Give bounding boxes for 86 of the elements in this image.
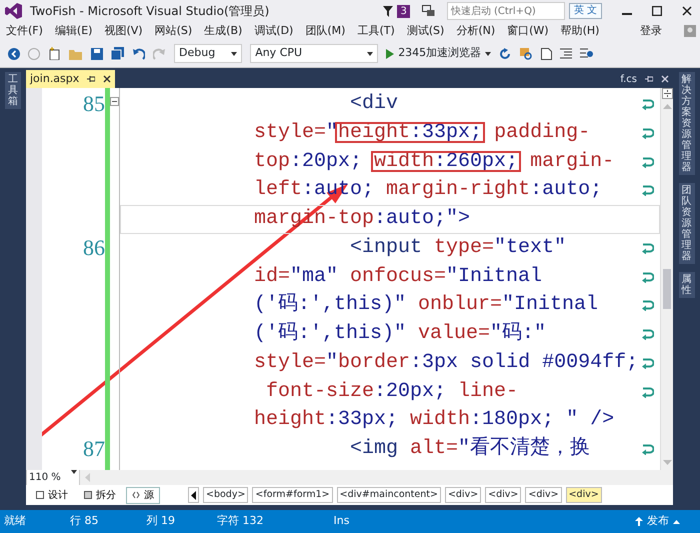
- menu-item[interactable]: 编辑(E): [48, 22, 98, 40]
- find-icon[interactable]: [519, 47, 534, 60]
- menu-item[interactable]: 调试(D): [248, 22, 300, 40]
- panel-tab[interactable]: 解决方案资源管理器: [678, 72, 694, 175]
- menu-item[interactable]: 帮助(H): [554, 22, 606, 40]
- caret-icon: [673, 520, 680, 524]
- code-line: style="height:33px; padding-: [254, 120, 590, 144]
- breadcrumb-item[interactable]: <div>: [485, 487, 522, 503]
- code-line: <input type="text": [349, 236, 566, 259]
- breadcrumb-item[interactable]: <form#form1>: [252, 487, 333, 503]
- visual-studio-logo-icon: [4, 3, 22, 19]
- refresh-icon[interactable]: [499, 48, 512, 60]
- breadcrumb-item[interactable]: <div>: [566, 487, 602, 503]
- source-code-icon: [132, 491, 140, 499]
- view-tab[interactable]: 设计: [30, 486, 74, 504]
- save-all-icon[interactable]: [111, 47, 124, 60]
- comment-icon[interactable]: [580, 48, 594, 60]
- run-button[interactable]: 2345加速浏览器: [386, 45, 492, 62]
- split-icon: [84, 491, 92, 499]
- left-triangle-icon: [191, 490, 196, 500]
- code-line: ('码:',this)" value="码:": [254, 322, 546, 345]
- column-indicator: 列 19: [146, 513, 175, 530]
- line-indicator: 行 85: [70, 513, 98, 530]
- panel-tab[interactable]: 团队资源管理器: [678, 183, 694, 264]
- feedback-icon[interactable]: [422, 5, 435, 17]
- design-icon: [36, 491, 44, 499]
- caret-icon: [367, 52, 374, 56]
- line-number: 85: [83, 91, 105, 116]
- maximize-icon[interactable]: [652, 6, 662, 16]
- menu-item[interactable]: 生成(B): [198, 22, 248, 40]
- sign-in-link[interactable]: 登录: [634, 22, 668, 40]
- code-line: top:20px; width:260px; margin-: [254, 150, 614, 172]
- line-number: 87: [83, 436, 105, 461]
- undo-icon[interactable]: [132, 48, 145, 60]
- breadcrumb-item[interactable]: <div>: [525, 487, 562, 503]
- code-line: id="ma" onfocus="Initnal: [254, 264, 542, 288]
- filter-icon[interactable]: [383, 6, 394, 16]
- caret-icon: [231, 52, 238, 56]
- document-icon[interactable]: [541, 48, 552, 60]
- document-tab[interactable]: join.aspx: [26, 70, 116, 88]
- quick-launch-field[interactable]: 快速启动 (Ctrl+Q): [446, 2, 565, 20]
- ime-indicator: 英 文: [568, 3, 602, 19]
- outdent-icon[interactable]: [560, 48, 572, 60]
- menu-item[interactable]: 工具(T): [351, 22, 401, 40]
- play-icon: [386, 48, 394, 58]
- breadcrumb-item[interactable]: <div#maincontent>: [336, 487, 441, 503]
- code-line: style="border:3px solid #0094ff;: [254, 350, 638, 374]
- pin-icon[interactable]: [87, 75, 96, 83]
- code-line: <div: [349, 92, 398, 115]
- platform-dropdown[interactable]: Any CPU: [250, 44, 378, 63]
- new-project-icon[interactable]: [48, 47, 61, 60]
- publish-button[interactable]: 发布: [635, 513, 680, 530]
- code-line: ('码:',this)" onblur="Initnal: [254, 293, 598, 316]
- code-line: font-size:20px; line-: [265, 380, 518, 402]
- split-handle-icon[interactable]: [662, 88, 672, 99]
- scroll-thumb[interactable]: [663, 269, 671, 309]
- caret-icon: [485, 52, 492, 56]
- menu-item[interactable]: 窗口(W): [501, 22, 555, 40]
- configuration-dropdown[interactable]: Debug: [174, 44, 242, 63]
- back-icon[interactable]: [8, 48, 20, 60]
- panel-tab[interactable]: 工具箱: [5, 72, 21, 109]
- save-icon[interactable]: [91, 48, 103, 60]
- notification-count[interactable]: 3: [397, 4, 410, 18]
- menu-item[interactable]: 团队(M): [299, 22, 352, 40]
- up-arrow-icon: [635, 517, 643, 526]
- breadcrumb-item[interactable]: <body>: [203, 487, 248, 503]
- collapse-icon[interactable]: [110, 97, 119, 106]
- close-icon[interactable]: [682, 6, 692, 16]
- menu-item[interactable]: 网站(S): [148, 22, 198, 40]
- code-line: height:33px; width:180px; " />: [254, 408, 614, 432]
- close-icon[interactable]: [103, 75, 112, 83]
- line-number: 86: [83, 234, 105, 260]
- scroll-left-button[interactable]: [188, 487, 199, 503]
- menu-item[interactable]: 分析(N): [450, 22, 502, 40]
- view-tab[interactable]: 拆分: [78, 486, 122, 504]
- breadcrumb-item[interactable]: <div>: [444, 487, 482, 503]
- menu-item[interactable]: 文件(F): [0, 22, 49, 40]
- character-indicator: 字符 132: [217, 513, 264, 530]
- code-line: <img alt="看不清楚，换: [349, 437, 590, 460]
- panel-tab[interactable]: 属性: [678, 272, 694, 298]
- status-text: 就绪: [4, 513, 26, 530]
- menu-item[interactable]: 视图(V): [98, 22, 149, 40]
- view-tab[interactable]: 源: [126, 486, 160, 504]
- insert-mode-indicator: Ins: [334, 513, 350, 530]
- menu-item[interactable]: 测试(S): [400, 22, 450, 40]
- window-title: TwoFish - Microsoft Visual Studio(管理员): [30, 3, 270, 20]
